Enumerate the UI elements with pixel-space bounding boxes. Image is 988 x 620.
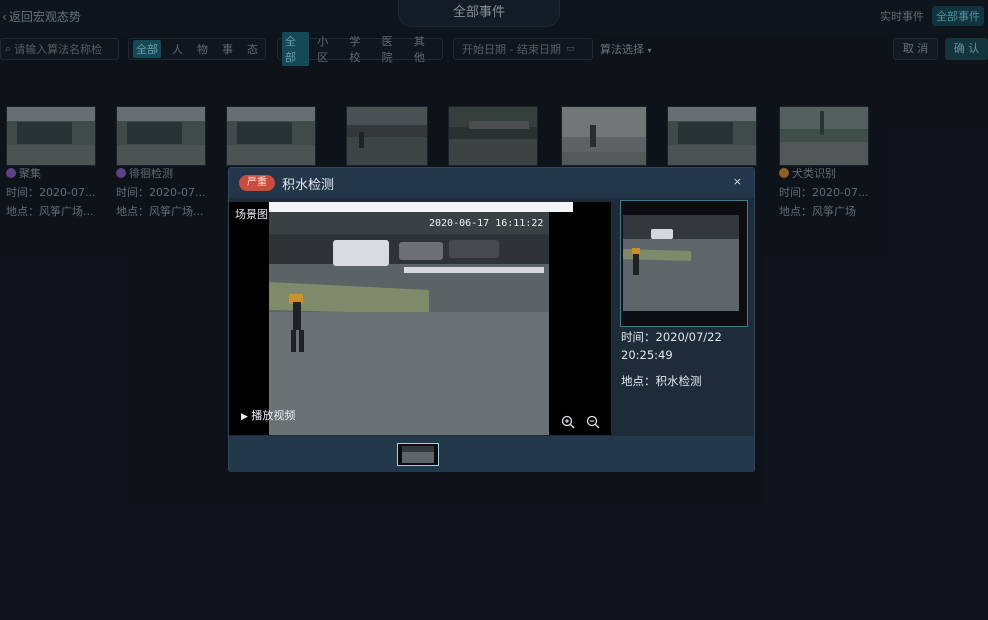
video-timestamp: 2020-06-17 16:11:22 xyxy=(429,218,544,229)
event-time-label: 时间：2020/07/22 xyxy=(621,330,722,344)
zoom-in-icon[interactable] xyxy=(561,415,575,429)
thumbnail-image xyxy=(398,444,438,465)
scene-image xyxy=(229,202,611,435)
severity-badge: 严重 xyxy=(239,175,275,191)
event-snapshot[interactable] xyxy=(620,200,748,327)
event-detail-modal: 严重 积水检测 × 2020-06-17 16:11:22 场景图 ▶ 播放视频 xyxy=(228,167,755,472)
play-video-button[interactable]: ▶ 播放视频 xyxy=(241,407,295,423)
event-time-value: 20:25:49 xyxy=(621,348,673,362)
snapshot-image xyxy=(621,201,747,326)
play-icon: ▶ xyxy=(241,412,248,422)
scene-label: 场景图 xyxy=(235,208,268,221)
event-meta: 时间：2020/07/22 20:25:49 地点：积水检测 xyxy=(621,328,751,390)
event-place: 地点：积水检测 xyxy=(621,374,702,388)
scene-viewer: 2020-06-17 16:11:22 场景图 ▶ 播放视频 xyxy=(229,202,611,435)
zoom-out-icon[interactable] xyxy=(586,415,600,429)
close-icon[interactable]: × xyxy=(733,175,742,188)
play-video-label: 播放视频 xyxy=(251,409,296,422)
thumbnail-item[interactable] xyxy=(397,443,439,466)
modal-title: 积水检测 xyxy=(282,178,335,193)
thumbnail-strip xyxy=(229,436,754,472)
